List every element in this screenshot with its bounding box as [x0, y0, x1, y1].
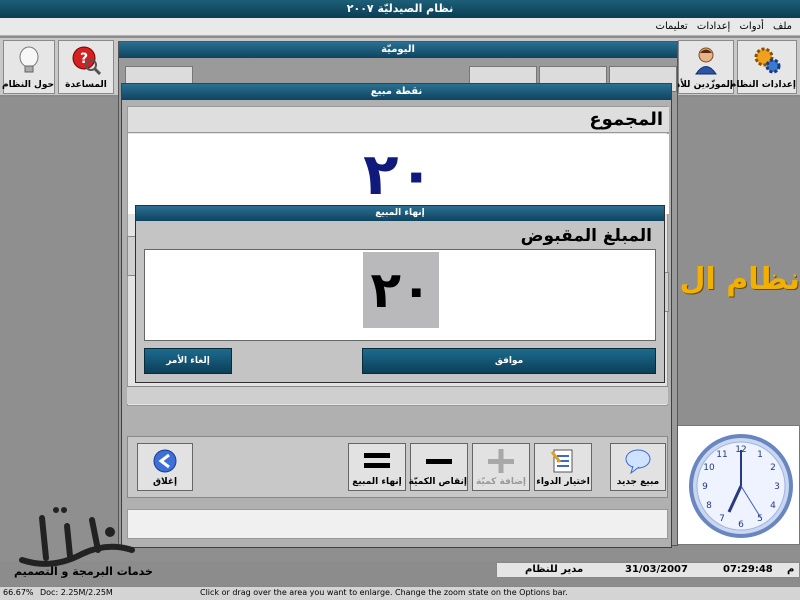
choose-drug-label: اختيار الدواء	[536, 477, 590, 487]
svg-text:11: 11	[716, 450, 727, 460]
svg-text:10: 10	[703, 463, 715, 473]
gear-icon	[754, 47, 781, 74]
brand-title: نظام ال	[679, 262, 800, 297]
speech-bubble-icon	[625, 449, 651, 474]
help-icon: ?	[72, 46, 101, 75]
help-label: المساعدة	[65, 80, 107, 90]
menu-settings[interactable]: إعدادات	[697, 18, 730, 36]
menu-tools[interactable]: أدوات	[740, 18, 764, 36]
ok-button[interactable]: موافق	[362, 348, 656, 374]
daily-window-title: اليوميّة	[119, 42, 677, 58]
sale-divider-bar	[127, 386, 668, 404]
status-hint: Click or drag over the area you want to …	[200, 588, 568, 597]
svg-text:6: 6	[738, 520, 744, 530]
amount-received-value[interactable]: ٢٠	[363, 252, 439, 328]
close-label: إغلاق	[152, 477, 178, 487]
total-label: المجموع	[128, 107, 669, 133]
plus-icon	[488, 449, 514, 473]
time-value: 07:29:48	[723, 564, 773, 575]
svg-text:1: 1	[757, 450, 763, 460]
settings-button[interactable]: إعدادات النظام	[729, 40, 797, 94]
finish-sale-label: إنهاء المبيع	[352, 477, 402, 487]
finish-sale-button[interactable]: إنهاء المبيع	[348, 443, 406, 491]
logo-tagline: خدمات البرمجة و التصميم	[14, 565, 153, 578]
person-icon	[695, 47, 717, 75]
document-status-bar: 66.67% Doc: 2.25M/2.25M Click or drag ov…	[0, 586, 800, 600]
list-pencil-icon	[550, 449, 573, 473]
svg-text:2: 2	[770, 463, 776, 473]
amount-received-field[interactable]: ٢٠	[144, 249, 656, 341]
equals-icon	[364, 453, 390, 468]
lightbulb-icon	[19, 46, 39, 73]
svg-text:3: 3	[774, 482, 780, 492]
sale-button-panel: إغلاق إنهاء المبيع إنقاص الكميّة إضافة ك…	[127, 436, 668, 498]
close-button[interactable]: إغلاق	[137, 443, 193, 491]
decrease-quantity-label: إنقاص الكميّة	[408, 477, 467, 487]
time-suffix: م	[787, 564, 795, 575]
choose-drug-button[interactable]: اختيار الدواء	[534, 443, 592, 491]
app-title: نظام الصيدليّة ٢٠٠٧	[346, 2, 454, 15]
increase-quantity-button[interactable]: إضافة كميّة	[472, 443, 530, 491]
total-value: ٢٠	[363, 140, 434, 208]
amount-received-label: المبلغ المقبوض	[520, 226, 652, 246]
cancel-button[interactable]: إلغاء الأمر	[144, 348, 232, 374]
menu-bar: ملف أدوات إعدادات تعليمات	[0, 18, 800, 36]
total-display: ٢٠	[128, 134, 669, 214]
svg-text:9: 9	[702, 482, 708, 492]
about-label: حول النظام	[2, 80, 54, 90]
menu-file[interactable]: ملف	[773, 18, 792, 36]
suppliers-button[interactable]: الموزّدين للأدو	[670, 40, 734, 94]
help-button[interactable]: ? المساعدة	[58, 40, 114, 94]
zoom-level[interactable]: 66.67%	[3, 588, 34, 597]
sale-bottom-field	[127, 509, 668, 539]
suppliers-label: الموزّدين للأدو	[670, 80, 733, 90]
svg-text:8: 8	[706, 501, 712, 511]
app-title-bar: نظام الصيدليّة ٢٠٠٧	[0, 0, 800, 18]
finish-dialog-title: إنهاء المبيع	[136, 206, 664, 221]
app-status-bar: 07:29:48 م 31/03/2007 مدير للنظام	[496, 562, 800, 578]
minus-icon	[426, 459, 452, 464]
menu-help[interactable]: تعليمات	[656, 18, 688, 36]
decrease-quantity-button[interactable]: إنقاص الكميّة	[408, 443, 468, 491]
about-button[interactable]: حول النظام	[2, 40, 55, 94]
increase-quantity-label: إضافة كميّة	[475, 477, 527, 487]
svg-text:4: 4	[770, 501, 776, 511]
sale-window-title: نقطة مبيع	[122, 84, 671, 100]
date-value: 31/03/2007	[625, 564, 688, 575]
new-sale-button[interactable]: مبيع جديد	[610, 443, 666, 491]
finish-sale-dialog: إنهاء المبيع المبلغ المقبوض ٢٠ موافق إلغ…	[135, 205, 665, 383]
back-arrow-icon	[153, 449, 177, 473]
new-sale-label: مبيع جديد	[616, 477, 660, 487]
clock-icon: 1212 345 678 91011	[689, 434, 793, 538]
svg-text:7: 7	[719, 514, 725, 524]
clock-panel: 1212 345 678 91011	[676, 425, 800, 545]
doc-size: Doc: 2.25M/2.25M	[40, 588, 113, 597]
user-role: مدير للنظام	[525, 564, 584, 575]
settings-label: إعدادات النظام	[729, 80, 796, 90]
